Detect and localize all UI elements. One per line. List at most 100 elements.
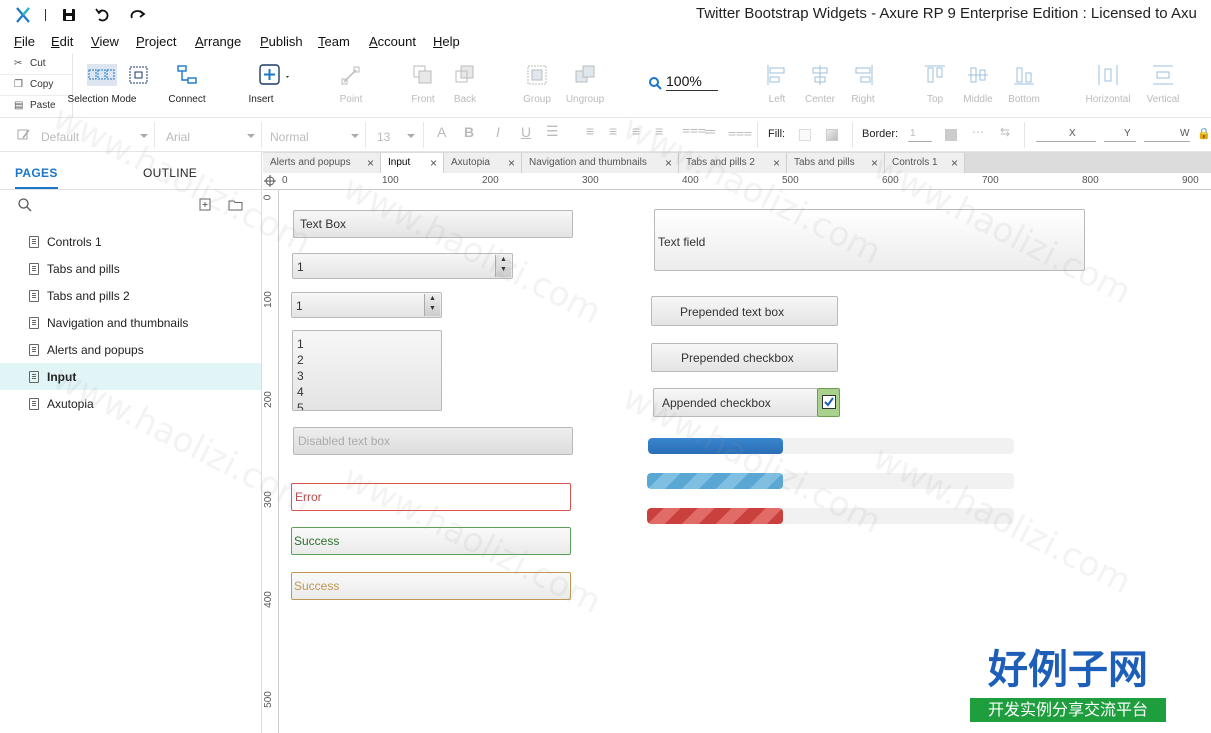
widget-text-box[interactable]: Text Box — [293, 210, 573, 238]
copy-button[interactable]: ❐ Copy — [0, 75, 72, 96]
widget-spinner-2[interactable]: 1 ▲ ▼ — [291, 292, 442, 318]
point-button[interactable]: Point — [340, 64, 362, 105]
underline-icon[interactable]: U — [521, 124, 531, 140]
arrow-style-icon[interactable]: ⇆ — [1000, 125, 1010, 139]
spinner-arrows-icon[interactable]: ▲ ▼ — [495, 255, 511, 277]
redo-icon[interactable] — [129, 6, 147, 24]
widget-prepended-checkbox[interactable]: Prepended checkbox — [651, 343, 838, 372]
menu-file[interactable]: File — [14, 34, 35, 49]
send-back-button[interactable]: Back — [454, 64, 476, 105]
tab-outline[interactable]: OUTLINE — [143, 166, 197, 180]
widget-success-input[interactable]: Success — [291, 527, 571, 555]
bullets-icon[interactable]: ☰ — [546, 123, 559, 140]
menu-account[interactable]: Account — [369, 34, 416, 49]
align-center-button[interactable]: Center — [805, 64, 835, 105]
doc-tab-tabs-pills-2[interactable]: Tabs and pills 2 × — [679, 153, 787, 173]
y-input[interactable]: Y — [1104, 128, 1136, 142]
font-weight-select[interactable]: Normal — [262, 122, 366, 148]
close-icon[interactable]: × — [871, 156, 878, 170]
crosshair-icon[interactable] — [264, 175, 276, 187]
zoom-input[interactable]: 100% — [666, 73, 718, 91]
close-icon[interactable]: × — [430, 156, 437, 170]
spinner-arrows-icon[interactable]: ▲ ▼ — [424, 294, 440, 316]
list-item[interactable]: 2 — [297, 352, 304, 368]
fill-color-swatch[interactable] — [799, 129, 811, 141]
text-justify-icon[interactable]: ≡ — [655, 123, 663, 139]
align-left-button[interactable]: Left — [766, 64, 788, 105]
align-bottom-button[interactable]: Bottom — [1008, 64, 1040, 105]
search-icon[interactable] — [17, 197, 33, 213]
menu-arrange[interactable]: Arrange — [195, 34, 241, 49]
doc-tab-controls-1[interactable]: Controls 1 × — [885, 153, 965, 173]
lock-icon[interactable]: 🔒 — [1197, 127, 1211, 140]
text-align-right-icon[interactable]: ≡ — [632, 123, 640, 139]
widget-listbox[interactable]: 1 2 3 4 5 — [292, 330, 442, 411]
close-icon[interactable]: × — [508, 156, 515, 170]
list-item[interactable]: 4 — [297, 384, 304, 400]
widget-spinner-1[interactable]: 1 ▲ ▼ — [292, 253, 513, 279]
list-item[interactable]: 3 — [297, 368, 304, 384]
border-style-icon[interactable]: ⋯ — [972, 125, 984, 139]
ungroup-button[interactable]: Ungroup — [566, 64, 604, 105]
font-color-icon[interactable]: A — [437, 124, 446, 140]
undo-icon[interactable] — [94, 6, 112, 24]
connect-button[interactable]: Connect — [168, 64, 206, 105]
close-icon[interactable]: × — [665, 156, 672, 170]
save-icon[interactable] — [60, 6, 78, 24]
group-button[interactable]: Group — [523, 64, 551, 105]
menu-publish[interactable]: Publish — [260, 34, 303, 49]
w-input[interactable]: W — [1144, 128, 1190, 142]
menu-help[interactable]: Help — [433, 34, 460, 49]
checkbox-checked-icon[interactable] — [822, 395, 836, 409]
add-page-icon[interactable] — [199, 198, 212, 211]
align-top-button[interactable]: Top — [924, 64, 946, 105]
list-item[interactable]: 1 — [297, 336, 304, 352]
italic-icon[interactable]: I — [496, 124, 500, 140]
page-item-axutopia[interactable]: Axutopia — [0, 390, 261, 417]
close-icon[interactable]: × — [773, 156, 780, 170]
appended-checkbox-addon[interactable] — [817, 388, 840, 417]
font-size-select[interactable]: 13 — [366, 122, 424, 148]
widget-appended-checkbox[interactable]: Appended checkbox — [653, 388, 818, 417]
page-item-controls-1[interactable]: Controls 1 — [0, 228, 261, 255]
style-select[interactable]: Default — [0, 122, 155, 148]
valign-bottom-icon[interactable]: ⩶ — [728, 124, 752, 141]
selection-contain-button[interactable] — [128, 64, 150, 86]
distribute-vertical-button[interactable]: Vertical — [1147, 64, 1179, 105]
doc-tab-axutopia[interactable]: Axutopia × — [444, 153, 522, 173]
close-icon[interactable]: × — [951, 156, 958, 170]
align-right-button[interactable]: Right — [851, 64, 875, 105]
list-item[interactable]: 5 — [297, 400, 304, 410]
menu-edit[interactable]: Edit — [51, 34, 73, 49]
border-width-input[interactable]: 1 — [908, 128, 932, 142]
align-middle-button[interactable]: Middle — [963, 64, 993, 105]
tab-pages[interactable]: PAGES — [15, 166, 58, 189]
border-color-swatch[interactable] — [945, 129, 957, 141]
x-input[interactable]: X — [1036, 128, 1096, 142]
page-item-tabs-and-pills-2[interactable]: Tabs and pills 2 — [0, 282, 261, 309]
doc-tab-alerts[interactable]: Alerts and popups × — [263, 153, 381, 173]
insert-button[interactable]: Insert — [248, 64, 291, 105]
widget-warning-input[interactable]: Success — [291, 572, 571, 600]
text-align-center-icon[interactable]: ≡ — [609, 123, 617, 139]
distribute-horizontal-button[interactable]: Horizontal — [1085, 64, 1131, 105]
page-item-alerts[interactable]: Alerts and popups — [0, 336, 261, 363]
widget-text-field[interactable]: Text field — [654, 209, 1085, 271]
menu-view[interactable]: View — [91, 34, 119, 49]
bold-icon[interactable]: B — [464, 124, 474, 140]
page-item-tabs-and-pills[interactable]: Tabs and pills — [0, 255, 261, 282]
valign-middle-icon[interactable]: ═ — [705, 123, 715, 139]
menu-project[interactable]: Project — [136, 34, 176, 49]
page-item-input[interactable]: Input — [0, 363, 261, 390]
menu-team[interactable]: Team — [318, 34, 350, 49]
font-select[interactable]: Arial — [155, 122, 262, 148]
text-align-left-icon[interactable]: ≡ — [586, 123, 594, 139]
bring-front-button[interactable]: Front — [411, 64, 435, 105]
doc-tab-tabs-pills[interactable]: Tabs and pills × — [787, 153, 885, 173]
selection-mode-button[interactable]: Selection Mode — [68, 64, 136, 105]
page-item-navigation[interactable]: Navigation and thumbnails — [0, 309, 261, 336]
widget-error-input[interactable]: Error — [291, 483, 571, 511]
doc-tab-input[interactable]: Input × — [381, 153, 444, 173]
close-icon[interactable]: × — [367, 156, 374, 170]
valign-top-icon[interactable]: ⩶ — [682, 121, 706, 138]
